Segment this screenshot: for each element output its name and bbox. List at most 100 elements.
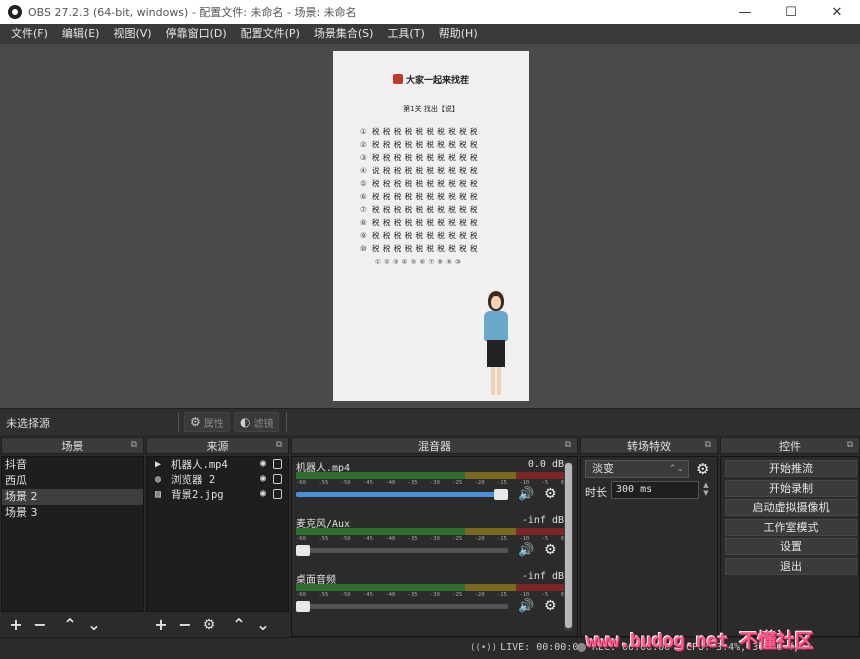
undock-icon[interactable]: ⧉ — [705, 440, 711, 450]
meter-tick-label: -50 — [340, 536, 351, 542]
grid-row: ⑧ 税 税 税 税 税 税 税 税 税 税 — [360, 216, 505, 229]
speaker-icon[interactable]: 🔊 — [518, 487, 534, 502]
grid-row: ④ 说 税 税 税 税 税 税 税 税 税 — [360, 164, 505, 177]
meter-tick-label: -20 — [474, 592, 485, 598]
image-icon: ▨ — [154, 489, 162, 500]
slider-handle[interactable] — [296, 601, 310, 612]
meter-tick-label: -35 — [407, 592, 418, 598]
volume-slider[interactable] — [296, 489, 508, 500]
meter-tick-label: -40 — [385, 592, 396, 598]
move-down-icon[interactable]: ⌄ — [253, 615, 273, 635]
transition-select[interactable]: 淡变 ⌃⌄ — [585, 460, 689, 478]
eye-icon[interactable]: ◉ — [260, 473, 266, 484]
start-recording-button[interactable]: 开始录制 — [725, 479, 857, 497]
remove-icon[interactable]: − — [30, 615, 50, 635]
duration-input[interactable]: 300 ms — [611, 481, 699, 499]
undock-icon[interactable]: ⧉ — [131, 440, 137, 450]
scene-item[interactable]: 场景 3 — [2, 505, 143, 521]
row-number: ③ — [360, 153, 368, 162]
menu-view[interactable]: 视图(V) — [106, 24, 158, 44]
lock-icon[interactable] — [273, 459, 282, 469]
meter-tick-label: -15 — [496, 480, 507, 486]
volume-slider[interactable] — [296, 601, 508, 612]
preview-area[interactable]: 大家一起来找茬 第1关 找出【说】 ①税 税 税 税 税 税 税 税 税 税②税… — [0, 44, 860, 408]
title-bar: OBS 27.2.3 (64-bit, windows) - 配置文件: 未命名… — [0, 0, 860, 24]
gear-icon[interactable]: ⚙ — [544, 542, 557, 558]
grid-row: ⑥ 税 税 税 税 税 税 税 税 税 税 — [360, 190, 505, 203]
source-item[interactable]: ◍ 浏览器 2 ◉ — [147, 472, 288, 487]
lock-icon[interactable] — [273, 474, 282, 484]
menu-docks[interactable]: 停靠窗口(D) — [159, 24, 234, 44]
start-streaming-button[interactable]: 开始推流 — [725, 460, 857, 477]
chevron-updown-icon: ⌃⌄ — [668, 464, 684, 474]
eye-icon[interactable]: ◉ — [260, 488, 266, 499]
move-down-icon[interactable]: ⌄ — [84, 615, 104, 635]
source-item[interactable]: ▨ 背景2.jpg ◉ — [147, 487, 288, 502]
sources-dock: 来源 ⧉ ▶ 机器人.mp4 ◉ ◍ 浏览器 2 ◉ ▨ 背景2.jpg ◉ +… — [146, 437, 289, 637]
grid-row: ⑤ 税 税 税 税 税 税 税 税 税 税 — [360, 177, 505, 190]
sources-header: 来源 ⧉ — [146, 437, 289, 454]
watermark: www.budog.net 不懂社区 — [586, 630, 814, 652]
meter-tick-label: -35 — [407, 480, 418, 486]
add-icon[interactable]: + — [151, 615, 171, 635]
window-controls: — ☐ ✕ — [722, 0, 860, 24]
channel-level: 0.0 dB — [527, 459, 564, 470]
start-virtual-camera-button[interactable]: 启动虚拟摄像机 — [725, 499, 857, 516]
speaker-icon[interactable]: 🔊 — [518, 599, 534, 614]
add-icon[interactable]: + — [6, 615, 26, 635]
gear-icon[interactable]: ⚙ — [199, 615, 219, 635]
settings-button[interactable]: 设置 — [725, 538, 857, 555]
scene-item[interactable]: 抖音 — [2, 457, 143, 473]
undock-icon[interactable]: ⧉ — [276, 440, 282, 450]
lock-icon[interactable] — [273, 489, 282, 499]
menu-help[interactable]: 帮助(H) — [432, 24, 485, 44]
meter-tick-label: 0 — [560, 480, 564, 486]
maximize-button[interactable]: ☐ — [768, 0, 814, 24]
exit-button[interactable]: 退出 — [725, 557, 857, 575]
scene-item[interactable]: 场景 2 — [2, 489, 143, 505]
properties-button[interactable]: ⚙ 属性 — [184, 412, 230, 432]
row-number: ② — [360, 140, 368, 149]
move-up-icon[interactable]: ⌃ — [60, 615, 80, 635]
remove-icon[interactable]: − — [175, 615, 195, 635]
menu-tools[interactable]: 工具(T) — [380, 24, 431, 44]
studio-mode-button[interactable]: 工作室模式 — [725, 518, 857, 536]
slider-handle[interactable] — [296, 545, 310, 556]
undock-icon[interactable]: ⧉ — [847, 440, 853, 450]
menu-edit[interactable]: 编辑(E) — [55, 24, 107, 44]
source-item[interactable]: ▶ 机器人.mp4 ◉ — [147, 457, 288, 472]
duration-label: 时长 — [585, 486, 607, 499]
filters-button[interactable]: ◐ 滤镜 — [234, 412, 280, 432]
speaker-icon[interactable]: 🔊 — [518, 543, 534, 558]
character-grid: ① 税 税 税 税 税 税 税 税 税 税 ② 税 税 税 税 税 税 税 税 税 税… — [360, 125, 505, 268]
slider-handle[interactable] — [494, 489, 508, 500]
row-characters: 税 税 税 税 税 税 税 税 税 税 — [372, 205, 478, 214]
scrollbar-thumb[interactable] — [565, 463, 572, 628]
grid-row: ② 税 税 税 税 税 税 税 税 税 税 — [360, 138, 505, 151]
controls-dock: 控件 ⧉ 开始推流 开始录制 启动虚拟摄像机 工作室模式 设置 退出 — [720, 437, 860, 637]
gear-icon[interactable]: ⚙ — [696, 460, 709, 478]
close-button[interactable]: ✕ — [814, 0, 860, 24]
meter-tick-label: 0 — [560, 592, 564, 598]
row-number: ⑦ — [360, 205, 368, 214]
no-source-selected-label: 未选择源 — [6, 417, 50, 430]
scene-item[interactable]: 西瓜 — [2, 473, 143, 489]
preview-canvas[interactable]: 大家一起来找茬 第1关 找出【说】 ①税 税 税 税 税 税 税 税 税 税②税… — [333, 51, 529, 401]
gear-icon[interactable]: ⚙ — [544, 486, 557, 502]
transitions-panel: 淡变 ⌃⌄ ⚙ 时长 300 ms ▲ ▼ — [580, 456, 718, 637]
menu-scene-collection[interactable]: 场景集合(S) — [307, 24, 381, 44]
undock-icon[interactable]: ⧉ — [565, 440, 571, 450]
gear-icon[interactable]: ⚙ — [544, 598, 557, 614]
duration-stepper[interactable]: ▲ ▼ — [701, 481, 711, 499]
meter-tick-label: -30 — [429, 592, 440, 598]
menu-file[interactable]: 文件(F) — [4, 24, 55, 44]
grid-row: ⑦ 税 税 税 税 税 税 税 税 税 税 — [360, 203, 505, 216]
controls-header: 控件 ⧉ — [720, 437, 860, 454]
grid-row: ⑩ 税 税 税 税 税 税 税 税 税 税 — [360, 242, 505, 255]
eye-icon[interactable]: ◉ — [260, 458, 266, 469]
menu-profile[interactable]: 配置文件(P) — [234, 24, 307, 44]
mixer-scrollbar[interactable] — [564, 461, 573, 631]
move-up-icon[interactable]: ⌃ — [229, 615, 249, 635]
minimize-button[interactable]: — — [722, 0, 768, 24]
volume-slider[interactable] — [296, 545, 508, 556]
